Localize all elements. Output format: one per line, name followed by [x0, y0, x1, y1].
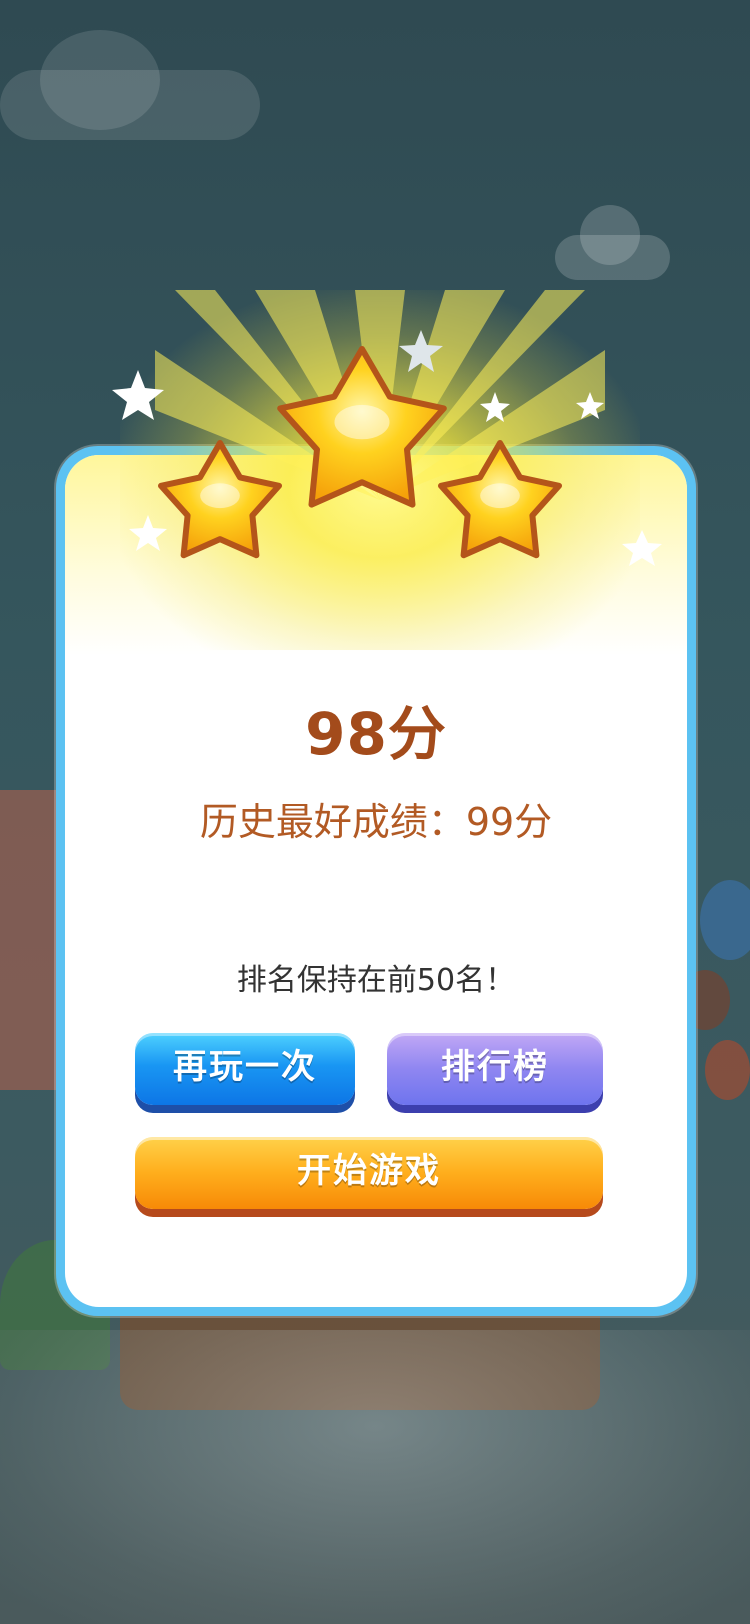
leaderboard-button[interactable]: 排行榜 — [387, 1033, 603, 1105]
sparkle-icon — [480, 392, 510, 422]
rank-message: 排名保持在前50名！ — [236, 963, 516, 998]
rating-star-icon — [158, 440, 282, 559]
balloon — [700, 880, 750, 960]
score-text: 98分 — [305, 700, 447, 768]
start-game-button[interactable]: 开始游戏 — [135, 1137, 603, 1209]
background-building — [0, 790, 60, 1090]
sparkle-icon — [622, 530, 662, 566]
sparkle-icon — [129, 515, 167, 551]
rating-star-icon — [438, 440, 562, 559]
sparkle-icon — [576, 392, 604, 419]
sparkle-icon — [399, 330, 443, 372]
game-scene: 98分 历史最好成绩：99分 排名保持在前50名！ 再玩一次 排行榜 开始游戏 — [0, 0, 750, 1624]
replay-button[interactable]: 再玩一次 — [135, 1033, 355, 1105]
rating-stars — [112, 330, 662, 566]
best-score-text: 历史最好成绩：99分 — [199, 800, 553, 844]
rating-star-icon — [277, 346, 447, 508]
cloud — [555, 205, 670, 280]
sparkle-icon — [112, 370, 164, 420]
cloud — [0, 30, 260, 140]
balloon — [705, 1040, 750, 1100]
ground-clouds — [0, 1330, 750, 1624]
